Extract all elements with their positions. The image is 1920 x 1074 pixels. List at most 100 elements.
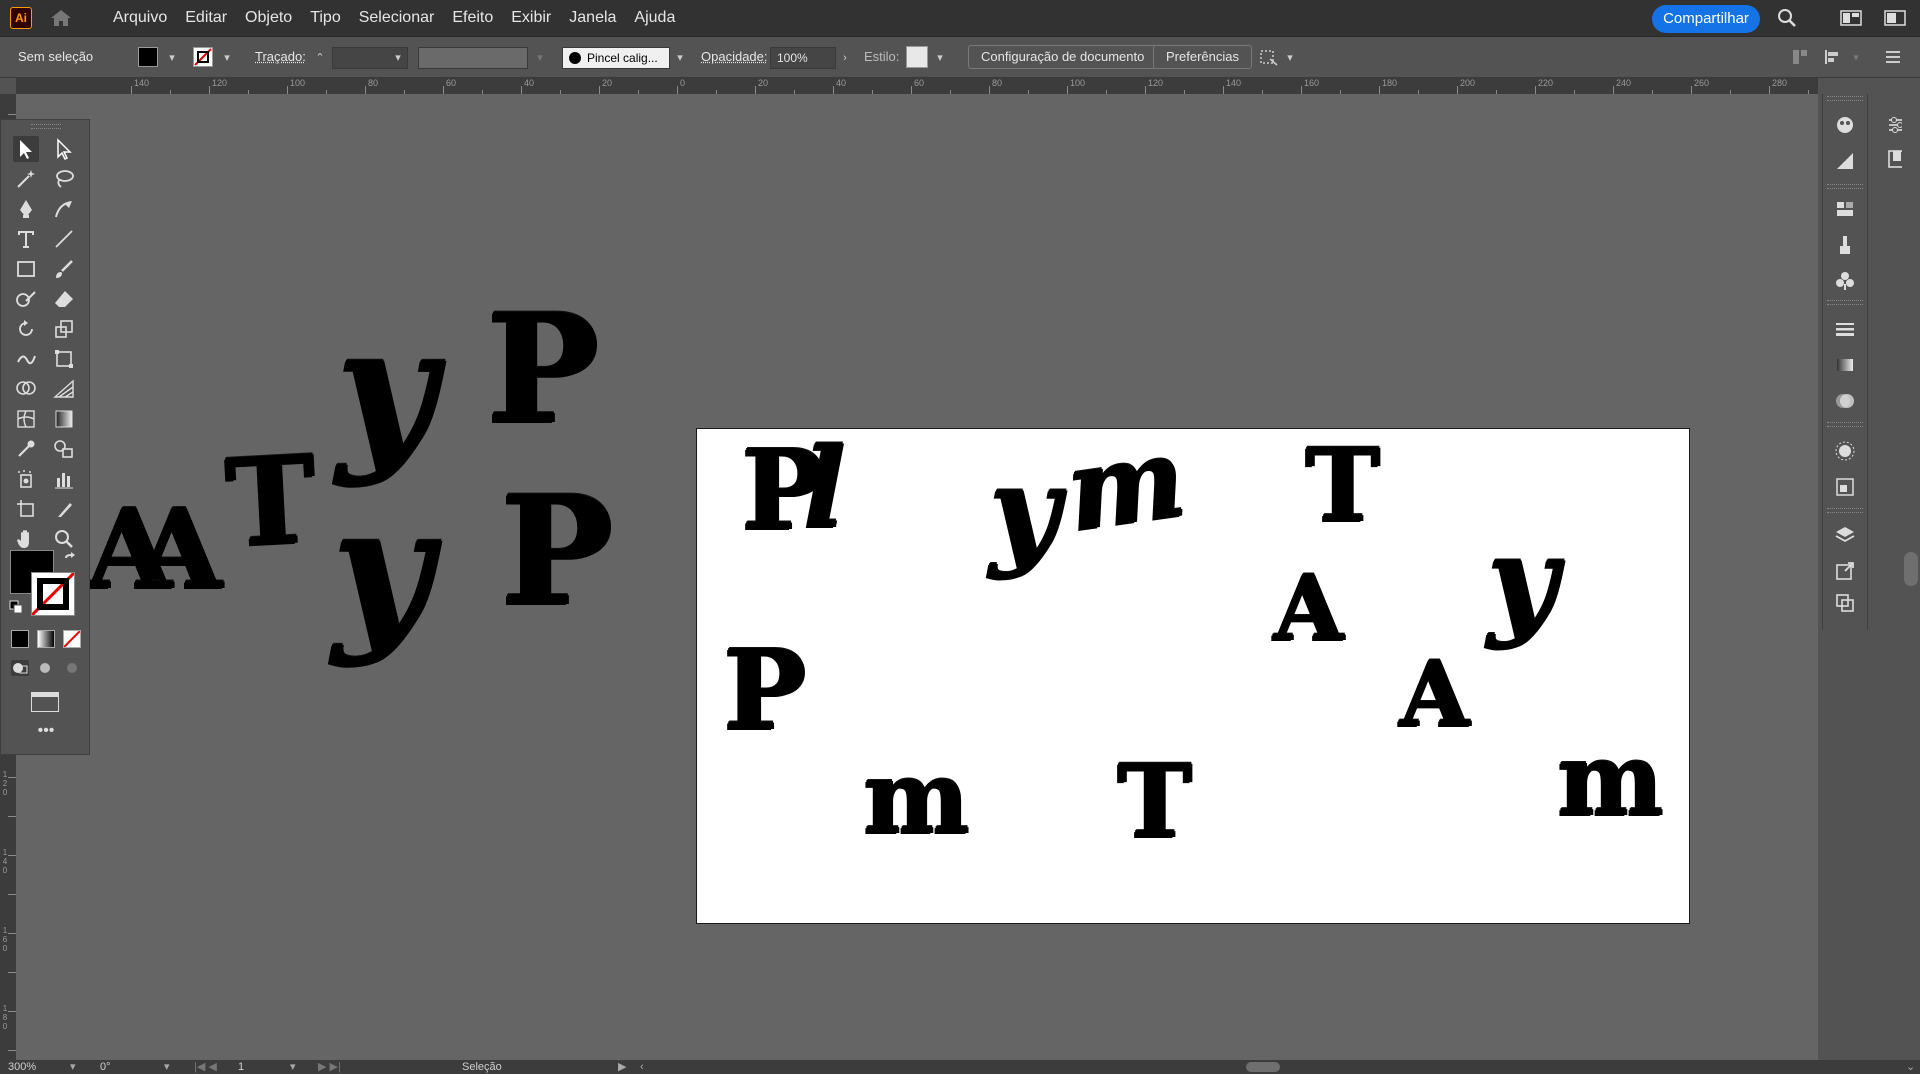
scale-tool[interactable] [51, 316, 77, 342]
panel-grip[interactable] [1827, 184, 1863, 189]
opacity-arrow-icon[interactable]: › [838, 47, 852, 69]
menu-editar[interactable]: Editar [176, 0, 236, 36]
draw-behind-button[interactable] [37, 660, 55, 676]
artboard-letter[interactable]: m [1059, 412, 1192, 556]
panel-grip[interactable] [1827, 422, 1863, 427]
draw-inside-button[interactable] [63, 660, 81, 676]
symbol-sprayer-tool[interactable] [13, 466, 39, 492]
opacity-input[interactable]: 100% [770, 47, 836, 69]
artboard-letter[interactable]: A [1399, 649, 1469, 739]
brush-dropdown-icon[interactable]: ▾ [674, 47, 686, 69]
menu-arquivo[interactable]: Arquivo [104, 0, 176, 36]
artboard-letter[interactable]: y [989, 451, 1059, 571]
artboard-letter[interactable]: y [1487, 521, 1557, 641]
blend-tool[interactable] [51, 436, 77, 462]
arrange-dropdown-icon[interactable]: ▾ [1284, 47, 1296, 69]
rotation-value[interactable]: 0° [100, 1060, 111, 1074]
menu-selecionar[interactable]: Selecionar [350, 0, 444, 36]
menu-ajuda[interactable]: Ajuda [625, 0, 684, 36]
stroke-weight-dropdown-icon[interactable]: ▾ [392, 47, 404, 69]
pasteboard-letter[interactable]: y [332, 484, 431, 654]
arrange-icon[interactable] [1258, 47, 1280, 67]
stroke-stepper[interactable]: ⌃ [314, 47, 326, 69]
graph-tool[interactable] [51, 466, 77, 492]
artboard-letter[interactable]: l [803, 433, 845, 543]
style-dropdown-icon[interactable]: ▾ [934, 47, 946, 69]
fill-dropdown-icon[interactable]: ▾ [166, 47, 178, 69]
artboard-letter[interactable]: A [1273, 563, 1343, 653]
artboard-letter[interactable]: P [723, 635, 806, 745]
swap-fill-stroke-icon[interactable] [63, 552, 77, 566]
artboards-icon[interactable] [1834, 592, 1856, 614]
hscroll-left-icon[interactable]: ‹ [640, 1060, 644, 1074]
rotation-dropdown-icon[interactable]: ▾ [164, 1060, 170, 1074]
shape-builder-tool[interactable] [13, 376, 39, 402]
rotate-tool[interactable] [13, 316, 39, 342]
artboard-letter[interactable]: m [863, 747, 969, 847]
panel-grip[interactable] [31, 124, 61, 129]
swatches-icon[interactable] [1834, 198, 1856, 220]
magic-wand-tool[interactable] [13, 166, 39, 192]
more-tools-icon[interactable]: ••• [35, 723, 57, 739]
zoom-tool[interactable] [51, 526, 77, 552]
pasteboard-letter[interactable]: P [486, 294, 599, 444]
export-icon[interactable] [1834, 560, 1856, 582]
pen-tool[interactable] [13, 196, 39, 222]
screen-mode-button[interactable] [31, 692, 59, 712]
search-icon[interactable] [1776, 8, 1798, 28]
pasteboard-letter[interactable]: A [136, 494, 221, 604]
perspective-grid-tool[interactable] [51, 376, 77, 402]
shaper-tool[interactable] [13, 286, 39, 312]
color-guide-icon[interactable] [1834, 114, 1856, 136]
symbols-icon[interactable] [1834, 270, 1856, 292]
stroke-panel-icon[interactable] [1834, 318, 1856, 340]
transform-icon[interactable] [1822, 47, 1842, 67]
panel-layout-icon[interactable] [1884, 8, 1906, 28]
pasteboard-letter[interactable]: P [500, 476, 613, 626]
mesh-tool[interactable] [13, 406, 39, 432]
paintbrush-tool[interactable] [51, 256, 77, 282]
artboard-dropdown-icon[interactable]: ▾ [290, 1060, 296, 1074]
artboard[interactable]: P l y m T A y P A m T m [696, 412, 1690, 924]
artboard-number[interactable]: 1 [238, 1060, 244, 1074]
home-icon[interactable] [50, 9, 72, 27]
draw-normal-button[interactable] [11, 660, 29, 676]
transform-dropdown-icon[interactable]: ▾ [1850, 47, 1862, 69]
menu-tipo[interactable]: Tipo [301, 0, 350, 36]
stroke-dropdown-icon[interactable]: ▾ [221, 47, 233, 69]
default-colors-icon[interactable] [9, 600, 23, 614]
align-icon[interactable] [1790, 47, 1810, 67]
artboard-letter[interactable]: T [1305, 435, 1379, 535]
pasteboard-letter[interactable]: T [222, 429, 319, 574]
rectangle-tool[interactable] [13, 256, 39, 282]
transparency-icon[interactable] [1834, 390, 1856, 412]
gradient-mode-button[interactable] [37, 630, 55, 648]
artboard-tool[interactable] [13, 496, 39, 522]
preferences-button[interactable]: Preferências [1153, 45, 1252, 69]
eyedropper-tool[interactable] [13, 436, 39, 462]
gradient-tool[interactable] [51, 406, 77, 432]
fill-swatch[interactable] [138, 47, 158, 67]
hand-tool[interactable] [13, 526, 39, 552]
profile-dropdown-icon[interactable]: ▾ [534, 47, 546, 69]
artboard-letter[interactable]: m [1557, 729, 1663, 829]
menu-efeito[interactable]: Efeito [443, 0, 502, 36]
panel-grip[interactable] [1827, 96, 1863, 101]
vertical-scroll-thumb[interactable] [1904, 552, 1918, 586]
variable-width-profile[interactable] [418, 47, 528, 69]
curvature-tool[interactable] [51, 196, 77, 222]
zoom-dropdown-icon[interactable]: ▾ [70, 1060, 76, 1074]
slice-tool[interactable] [51, 496, 77, 522]
style-swatch[interactable] [906, 46, 928, 68]
menu-icon[interactable] [1884, 49, 1902, 65]
color-mode-button[interactable] [11, 630, 29, 648]
menu-objeto[interactable]: Objeto [236, 0, 301, 36]
brushes-icon[interactable] [1834, 234, 1856, 256]
stroke-color-box[interactable] [31, 572, 75, 616]
type-tool[interactable] [13, 226, 39, 252]
lasso-tool[interactable] [51, 166, 77, 192]
selection-tool[interactable] [13, 136, 39, 162]
eraser-tool[interactable] [51, 286, 77, 312]
share-button[interactable]: Compartilhar [1652, 5, 1760, 33]
zoom-level[interactable]: 300% [8, 1060, 36, 1074]
